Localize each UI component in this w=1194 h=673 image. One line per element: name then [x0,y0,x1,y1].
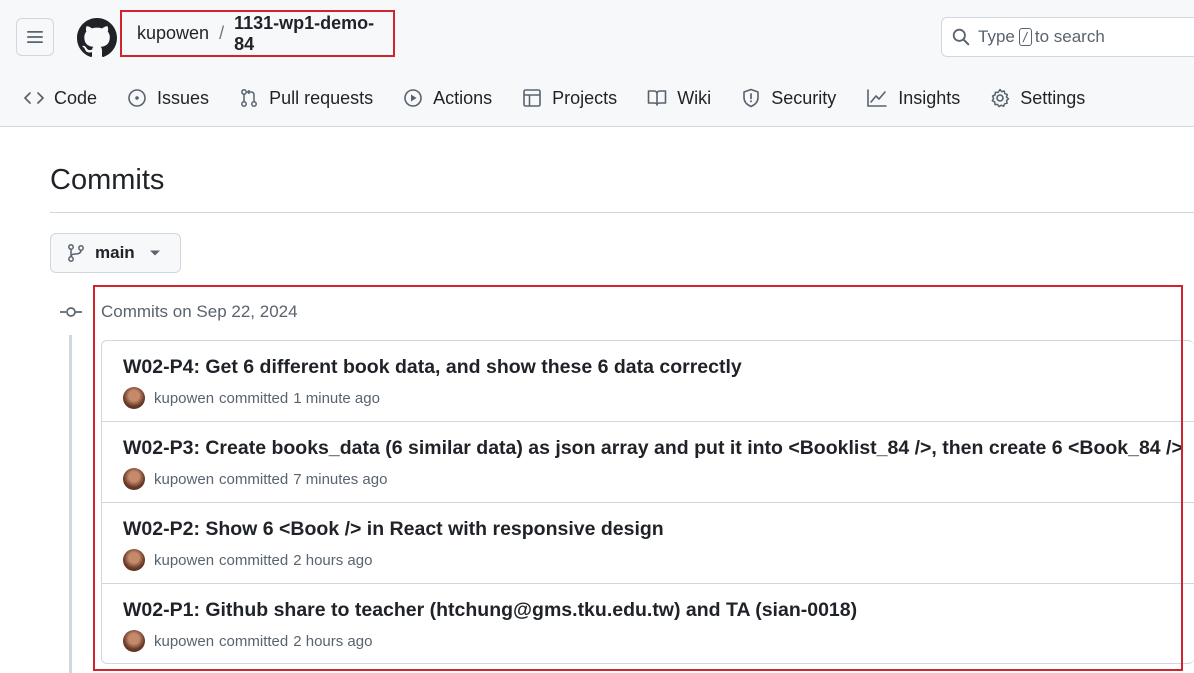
tab-projects-label: Projects [552,87,618,108]
shield-icon [743,88,759,108]
tab-code[interactable]: Code [24,88,97,109]
tab-settings-label: Settings [1020,87,1086,108]
page-title: Commits [50,164,165,196]
tab-insights-label: Insights [898,87,961,108]
tab-issues-label: Issues [157,87,210,108]
repo-header: kupowen / 1131-wp1-demo-84 Type / to sea… [0,0,1194,127]
title-divider [50,212,1194,213]
tab-security-label: Security [771,87,837,108]
branch-icon [68,244,84,262]
hamburger-icon [27,31,43,43]
tab-insights[interactable]: Insights [866,88,960,109]
tab-issues[interactable]: Issues [127,88,209,109]
branch-name: main [95,243,135,262]
tab-security[interactable]: Security [741,88,836,109]
breadcrumb-separator: / [219,23,225,43]
play-icon [404,89,422,107]
code-icon [24,92,44,104]
tab-actions[interactable]: Actions [403,88,492,109]
repo-nav: Code Issues Pull requests Actions Projec… [0,78,1115,118]
tab-projects[interactable]: Projects [522,88,617,109]
tab-pull-requests[interactable]: Pull requests [239,88,373,109]
hamburger-menu-button[interactable] [16,18,54,56]
repo-breadcrumb: kupowen / 1131-wp1-demo-84 [120,10,395,57]
branch-select-button[interactable]: main [50,233,181,273]
tab-wiki[interactable]: Wiki [647,88,711,109]
book-icon [647,90,667,106]
tab-settings[interactable]: Settings [990,88,1085,109]
search-input[interactable]: Type / to search [941,17,1194,57]
repo-name-link[interactable]: 1131-wp1-demo-84 [234,13,393,55]
issue-icon [128,89,146,107]
repo-owner-link[interactable]: kupowen [137,23,209,44]
caret-down-icon [149,250,160,256]
tab-code-label: Code [54,87,98,108]
gear-icon [991,88,1010,108]
github-logo-icon[interactable] [77,18,117,58]
graph-icon [867,89,888,107]
commits-highlight-box [93,285,1183,671]
search-shortcut-key: / [1018,28,1032,46]
timeline-line [69,335,72,673]
git-commit-icon [60,307,82,317]
search-icon [952,28,970,46]
table-icon [523,89,541,107]
search-placeholder-prefix: Type [978,27,1015,46]
pull-request-icon [241,89,258,107]
tab-pull-requests-label: Pull requests [269,87,374,108]
tab-wiki-label: Wiki [677,87,712,108]
search-placeholder-suffix: to search [1034,27,1105,46]
tab-actions-label: Actions [433,87,493,108]
